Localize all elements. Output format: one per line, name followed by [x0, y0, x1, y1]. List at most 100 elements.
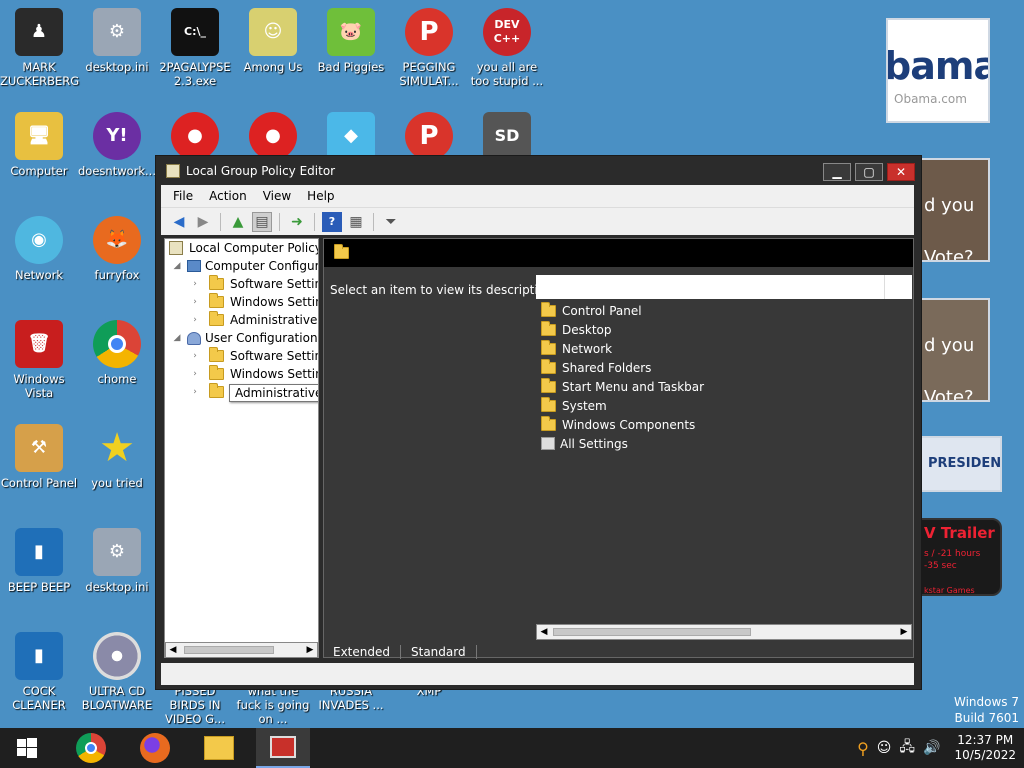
details-pane[interactable]: Select an item to view its description. …: [323, 238, 914, 658]
show-hide-tree-icon[interactable]: ▤: [252, 211, 272, 232]
list-item-all-settings[interactable]: All Settings: [541, 434, 628, 453]
desktop-icon-cock-cleaner[interactable]: ▮ COCK CLEANER: [0, 632, 78, 712]
title-bar[interactable]: Local Group Policy Editor: [156, 156, 921, 186]
taskbar-group-policy-editor[interactable]: [256, 728, 310, 768]
filter-icon[interactable]: ⏷: [381, 212, 401, 232]
user-config-icon: [187, 331, 201, 345]
tree-item-computer-administrative-templates[interactable]: › Administrative Te: [189, 311, 318, 329]
details-horizontal-scrollbar[interactable]: ◀ ▶: [536, 624, 912, 640]
angry-bird-icon: ●: [249, 112, 297, 160]
back-arrow-icon[interactable]: ◀: [169, 212, 189, 232]
scroll-left-arrow-icon[interactable]: ◀: [537, 625, 551, 639]
up-folder-icon[interactable]: ▲: [228, 212, 248, 232]
tree-item-local-computer-policy[interactable]: Local Computer Policy: [169, 239, 318, 257]
desktop-icon-pissed-birds[interactable]: PISSED BIRDS IN VIDEO G...: [156, 684, 234, 726]
ad-trailer[interactable]: V Trailer s / -21 hours -35 sec kstar Ga…: [918, 518, 1002, 596]
expand-chevron-icon[interactable]: ›: [189, 351, 201, 361]
tree-item-user-windows-settings[interactable]: › Windows Setting: [189, 365, 318, 383]
scrollbar-thumb[interactable]: [184, 646, 274, 654]
menu-view[interactable]: View: [263, 189, 291, 203]
group-policy-editor-window[interactable]: Local Group Policy Editor ▁ ▢ ✕ File Act…: [155, 155, 922, 690]
close-button[interactable]: ✕: [887, 163, 915, 181]
toolbar: ◀ ▶ ▲ ▤ ➜ ? ▦ ⏷: [161, 207, 914, 235]
expand-chevron-icon[interactable]: ›: [189, 369, 201, 379]
taskbar-file-explorer[interactable]: [192, 728, 246, 768]
ad-president[interactable]: PRESIDENT: [918, 436, 1002, 492]
desktop-icon-control-panel[interactable]: ⚒ Control Panel: [0, 424, 78, 490]
desktop-icon-pegging-simulator[interactable]: P PEGGING SIMULAT...: [390, 8, 468, 88]
desktop-icon-label: desktop.ini: [85, 60, 149, 74]
desktop-icon-ultra-cd[interactable]: ULTRA CD BLOATWARE: [78, 632, 156, 712]
list-item-desktop[interactable]: Desktop: [541, 320, 612, 339]
clock[interactable]: 12:37 PM 10/5/2022: [954, 733, 1016, 763]
tree-horizontal-scrollbar[interactable]: ◀ ▶: [165, 642, 318, 657]
maximize-button[interactable]: ▢: [855, 163, 883, 181]
list-item-shared-folders[interactable]: Shared Folders: [541, 358, 651, 377]
collapse-chevron-icon[interactable]: ◢: [171, 261, 183, 271]
desktop-icon-furryfox[interactable]: 🦊 furryfox: [78, 216, 156, 282]
forward-arrow-icon[interactable]: ▶: [193, 212, 213, 232]
desktop-icon-mark-zuckerberg[interactable]: ♟ MARK ZUCKERBERG: [0, 8, 79, 88]
desktop-icon-windows-vista[interactable]: 🗑 Windows Vista: [0, 320, 78, 400]
tree-item-computer-windows-settings[interactable]: › Windows Setting: [189, 293, 318, 311]
desktop-icon-network[interactable]: ◉ Network: [0, 216, 78, 282]
list-item-windows-components[interactable]: Windows Components: [541, 415, 695, 434]
menu-action[interactable]: Action: [209, 189, 247, 203]
tree-item-computer-configuration[interactable]: ◢ Computer Configura: [171, 257, 318, 275]
expand-chevron-icon[interactable]: ›: [189, 279, 201, 289]
properties-icon[interactable]: ▦: [346, 212, 366, 232]
collapse-chevron-icon[interactable]: ◢: [171, 333, 183, 343]
menu-help[interactable]: Help: [307, 189, 334, 203]
tree-pane[interactable]: Local Computer Policy ◢ Computer Configu…: [164, 238, 319, 658]
desktop-icon-you-tried[interactable]: ★ you tried: [78, 424, 156, 490]
scroll-right-arrow-icon[interactable]: ▶: [303, 643, 317, 657]
search-icon[interactable]: ⚲: [857, 739, 869, 758]
ad-vote-2[interactable]: d you Vote?: [918, 298, 990, 402]
column-divider[interactable]: [884, 275, 885, 299]
desktop-icon-dev-cpp[interactable]: DEV C++ you all are too stupid ...: [468, 8, 546, 88]
taskbar-firefox[interactable]: [128, 728, 182, 768]
menu-file[interactable]: File: [173, 189, 193, 203]
desktop-icon-what-the[interactable]: what the fuck is going on ...: [234, 684, 312, 726]
ad-vote-1[interactable]: d you Vote?: [918, 158, 990, 262]
export-list-icon[interactable]: ➜: [287, 212, 307, 232]
expand-chevron-icon[interactable]: ›: [189, 297, 201, 307]
list-item-network[interactable]: Network: [541, 339, 612, 358]
tree-item-user-administrative-templates[interactable]: ›: [189, 383, 230, 401]
tree-item-user-software-settings[interactable]: › Software Settings: [189, 347, 318, 365]
list-item-start-menu-taskbar[interactable]: Start Menu and Taskbar: [541, 377, 704, 396]
desktop-icon-beep-beep[interactable]: ▮ BEEP BEEP: [0, 528, 78, 594]
desktop-icon-chome[interactable]: chome: [78, 320, 156, 386]
tab-extended[interactable]: Extended: [323, 645, 401, 659]
network-icon[interactable]: 🖧: [899, 736, 915, 760]
scroll-left-arrow-icon[interactable]: ◀: [166, 643, 180, 657]
list-item-control-panel[interactable]: Control Panel: [541, 301, 642, 320]
tab-standard[interactable]: Standard: [401, 645, 477, 659]
desktop-icon-desktop-ini-2[interactable]: ⚙ desktop.ini: [78, 528, 156, 594]
policy-editor-icon: [166, 164, 180, 178]
tree-item-computer-software-settings[interactable]: › Software Settings: [189, 275, 318, 293]
tree-item-user-configuration[interactable]: ◢ User Configuration: [171, 329, 318, 347]
desktop-icon-desktop-ini[interactable]: ⚙ desktop.ini: [78, 8, 156, 74]
desktop-icon-doesntwork[interactable]: Y! doesntwork...: [78, 112, 156, 178]
angry-bird-icon: ●: [171, 112, 219, 160]
desktop-icon-bad-piggies[interactable]: 🐷 Bad Piggies: [312, 8, 390, 74]
start-button[interactable]: [0, 728, 54, 768]
scrollbar-thumb[interactable]: [553, 628, 751, 636]
list-item-system[interactable]: System: [541, 396, 607, 415]
taskbar: ⚲ ☺ 🖧 🔊 12:37 PM 10/5/2022: [0, 728, 1024, 768]
minimize-button[interactable]: ▁: [823, 163, 851, 181]
help-icon[interactable]: ?: [322, 211, 342, 232]
scroll-right-arrow-icon[interactable]: ▶: [897, 625, 911, 639]
taskbar-chrome[interactable]: [64, 728, 118, 768]
desktop-icon-computer[interactable]: 🖥 Computer: [0, 112, 78, 178]
expand-chevron-icon[interactable]: ›: [189, 315, 201, 325]
ad-obama[interactable]: bama Obama.com: [886, 18, 990, 123]
desktop-icon-among-us[interactable]: ☺ Among Us: [234, 8, 312, 74]
desktop-icon-2pagalypse[interactable]: C:\_ 2PAGALYPSE 2.3.exe: [156, 8, 234, 88]
expand-chevron-icon[interactable]: ›: [189, 387, 201, 397]
diamond-icon: ◆: [327, 112, 375, 160]
list-column-header[interactable]: [536, 275, 912, 299]
volume-icon[interactable]: 🔊: [923, 740, 940, 756]
emoji-icon[interactable]: ☺: [877, 740, 892, 756]
